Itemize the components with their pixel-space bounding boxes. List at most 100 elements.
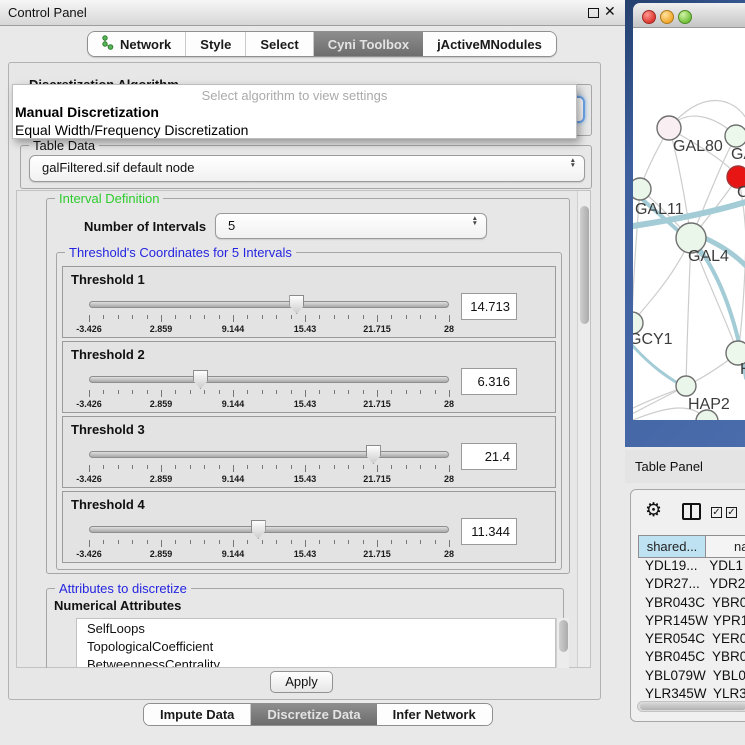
slider-tick: [219, 540, 220, 544]
cell-shared-name[interactable]: YDR27...: [638, 576, 702, 594]
threshold-value-field[interactable]: 6.316: [461, 368, 517, 395]
slider-tick: [348, 540, 349, 544]
cell-shared-name[interactable]: YLR345W: [638, 686, 706, 701]
column-header-shared-name[interactable]: shared...: [638, 535, 706, 558]
cell-name[interactable]: YDL1: [702, 558, 745, 576]
network-canvas[interactable]: GAL80GACGAL11GAL4GCY1HHAP2: [633, 28, 745, 420]
apply-button[interactable]: Apply: [270, 671, 333, 693]
slider-tick: [363, 390, 364, 394]
dropdown-item-equal-width[interactable]: Equal Width/Frequency Discretization: [13, 121, 576, 139]
cell-name[interactable]: YDR2: [702, 576, 745, 594]
table-row[interactable]: YDR27...YDR2: [638, 576, 745, 594]
cell-name[interactable]: YER0: [705, 631, 745, 649]
tab-network[interactable]: Network: [88, 32, 186, 56]
cell-shared-name[interactable]: YBL079W: [638, 668, 706, 686]
attributes-scrollbar[interactable]: [556, 618, 569, 668]
dropdown-item-manual[interactable]: Manual Discretization: [13, 103, 576, 121]
slider-tick: [233, 465, 234, 472]
cell-name[interactable]: YBR0: [705, 595, 745, 613]
attribute-item[interactable]: SelfLoops: [77, 619, 555, 637]
checkbox-icon[interactable]: ✓: [711, 507, 722, 518]
checkbox-icon[interactable]: ✓: [726, 507, 737, 518]
slider-tick: [262, 390, 263, 394]
minimize-traffic-light[interactable]: [660, 10, 674, 24]
network-node-gal11[interactable]: [633, 178, 651, 200]
slider-tick: [147, 540, 148, 544]
attribute-item[interactable]: BetweennessCentrality: [77, 655, 555, 668]
slider-tick: [319, 465, 320, 469]
tab-impute-data[interactable]: Impute Data: [144, 704, 251, 725]
scrollbar-thumb[interactable]: [580, 206, 589, 324]
slider-tick: [118, 390, 119, 394]
slider-track[interactable]: [89, 526, 449, 533]
network-node-top-right[interactable]: [725, 125, 745, 147]
tab-discretize-data[interactable]: Discretize Data: [251, 704, 376, 725]
tab-infer-network[interactable]: Infer Network: [377, 704, 492, 725]
network-node-gal80[interactable]: [657, 116, 681, 140]
slider-tick: [262, 465, 263, 469]
cell-shared-name[interactable]: YBR045C: [638, 649, 705, 667]
slider-tick: [175, 315, 176, 319]
cell-name[interactable]: YBR0: [705, 649, 745, 667]
slider-tick-label: 21.715: [355, 399, 399, 409]
cell-name[interactable]: YBL0: [706, 668, 745, 686]
tab-cyni-toolbox[interactable]: Cyni Toolbox: [314, 32, 423, 56]
slider-tick: [334, 315, 335, 319]
gear-icon[interactable]: ⚙: [645, 499, 662, 522]
column-layout-icon[interactable]: [682, 503, 701, 520]
number-of-intervals-value: 5: [228, 218, 235, 233]
table-data-combobox[interactable]: galFiltered.sif default node ▲▼: [29, 155, 585, 182]
slider-tick-label: -3.426: [67, 399, 111, 409]
table-row[interactable]: YLR345WYLR3: [638, 686, 745, 701]
table-row[interactable]: YBR043CYBR0: [638, 595, 745, 613]
slider-tick: [435, 315, 436, 319]
network-node-hap2[interactable]: [676, 376, 696, 396]
network-node-label: GAL11: [635, 201, 684, 218]
table-row[interactable]: YBL079WYBL0: [638, 668, 745, 686]
cell-shared-name[interactable]: YBR043C: [638, 595, 705, 613]
close-icon[interactable]: ✕: [604, 3, 616, 20]
slider-tick-label: 2.859: [139, 324, 183, 334]
scrollbar-thumb[interactable]: [559, 620, 568, 652]
cell-name[interactable]: YPR1: [706, 613, 745, 631]
scrollbar-thumb[interactable]: [640, 703, 745, 710]
table-row[interactable]: YPR145WYPR1: [638, 613, 745, 631]
tab-infer-network-label: Infer Network: [393, 707, 476, 722]
slider-track[interactable]: [89, 451, 449, 458]
threshold-1-panel: Threshold 1 -3.4262.8599.14415.4321.7152…: [62, 266, 556, 338]
table-row[interactable]: YDL19...YDL1: [638, 558, 745, 576]
tab-jactivemnodules[interactable]: jActiveMNodules: [423, 32, 556, 56]
slider-tick: [377, 540, 378, 547]
slider-track[interactable]: [89, 376, 449, 383]
table-row[interactable]: YBR045CYBR0: [638, 649, 745, 667]
slider-thumb[interactable]: [289, 295, 304, 314]
cell-name[interactable]: YLR3: [706, 686, 745, 701]
slider-thumb[interactable]: [251, 520, 266, 539]
slider-thumb[interactable]: [366, 445, 381, 464]
slider-tick: [132, 465, 133, 469]
number-of-intervals-combobox[interactable]: 5 ▲▼: [215, 213, 487, 239]
network-node-label: H: [740, 361, 745, 378]
float-window-icon[interactable]: [588, 8, 599, 18]
numerical-attributes-list[interactable]: SelfLoopsTopologicalCoefficientBetweenne…: [76, 618, 556, 668]
network-window-titlebar[interactable]: [633, 3, 745, 28]
slider-track[interactable]: [89, 301, 449, 308]
close-traffic-light[interactable]: [642, 10, 656, 24]
zoom-traffic-light[interactable]: [678, 10, 692, 24]
table-horizontal-scrollbar[interactable]: [637, 701, 745, 712]
slider-tick-label: 15.43: [283, 549, 327, 559]
tab-style[interactable]: Style: [186, 32, 246, 56]
slider-thumb[interactable]: [193, 370, 208, 389]
attribute-item[interactable]: TopologicalCoefficient: [77, 637, 555, 655]
threshold-value-field[interactable]: 14.713: [461, 293, 517, 320]
cell-shared-name[interactable]: YDL19...: [638, 558, 702, 576]
table-row[interactable]: YER054CYER0: [638, 631, 745, 649]
settings-vertical-scrollbar[interactable]: [577, 191, 590, 667]
cell-shared-name[interactable]: YPR145W: [638, 613, 706, 631]
column-header-name[interactable]: na: [706, 535, 745, 558]
tab-select[interactable]: Select: [246, 32, 313, 56]
cell-shared-name[interactable]: YER054C: [638, 631, 705, 649]
threshold-value-field[interactable]: 11.344: [461, 518, 517, 545]
threshold-value-field[interactable]: 21.4: [461, 443, 517, 470]
slider-tick: [391, 390, 392, 394]
